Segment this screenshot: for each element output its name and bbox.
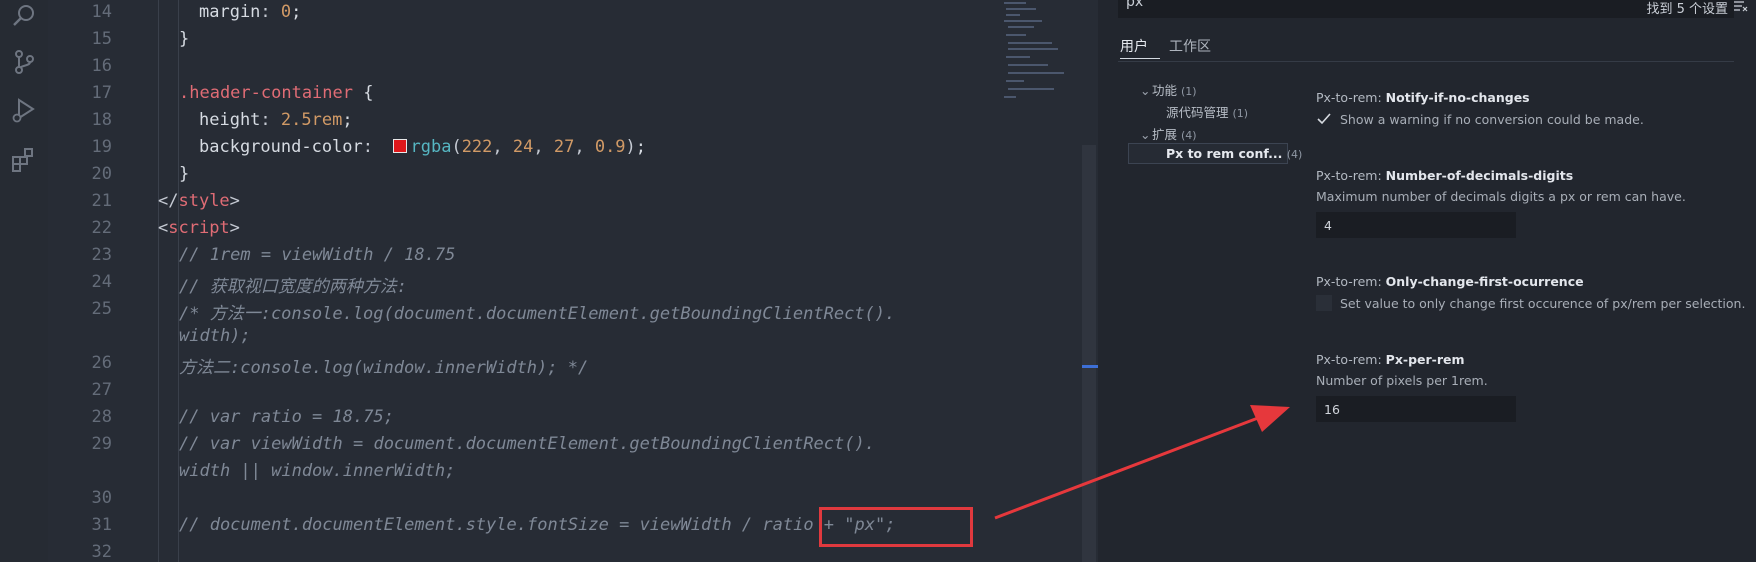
- search-result-count: 找到 5 个设置: [1646, 2, 1728, 17]
- search-icon[interactable]: [10, 2, 38, 30]
- line-number: 25: [91, 299, 112, 319]
- chevron-down-icon: ⌄: [1140, 83, 1151, 98]
- line-number: 22: [91, 218, 112, 238]
- color-swatch[interactable]: [393, 139, 408, 153]
- chevron-down-icon: ⌄: [1140, 127, 1151, 142]
- code-line-24: // 获取视口宽度的两种方法:: [179, 277, 407, 297]
- code-line-31: // document.documentElement.style.fontSi…: [179, 515, 896, 535]
- line-number: 27: [91, 380, 112, 400]
- code-line-17: .header-container {: [179, 83, 374, 103]
- activity-bar: [0, 0, 48, 562]
- line-number-gutter: 14 15 16 17 18 19 20 21 22 23 24 25 26 2…: [48, 0, 144, 562]
- px-per-rem-input[interactable]: 16: [1316, 396, 1516, 422]
- code-line-26: 方法二:console.log(window.innerWidth); */: [179, 358, 589, 378]
- highlight-box: [819, 507, 973, 547]
- setting-description: Maximum number of decimals digits a px o…: [1316, 189, 1686, 204]
- setting-px-per-rem: Px-to-rem: Px-per-rem Number of pixels p…: [1316, 352, 1516, 422]
- minimap[interactable]: [1000, 0, 1080, 120]
- setting-only-change-first-ocurrence: Px-to-rem: Only-change-first-ocurrence S…: [1316, 274, 1746, 311]
- code-line-21: </style>: [158, 191, 240, 211]
- line-number: 19: [91, 137, 112, 157]
- code-line-18: height: 2.5rem;: [199, 110, 353, 130]
- source-control-icon[interactable]: [10, 48, 38, 76]
- vscode-window: 14 15 16 17 18 19 20 21 22 23 24 25 26 2…: [0, 0, 1756, 562]
- line-number: 21: [91, 191, 112, 211]
- line-number: 14: [91, 2, 112, 22]
- code-line-15: }: [179, 29, 190, 49]
- line-number: 23: [91, 245, 112, 265]
- code-line-23: // 1rem = viewWidth / 18.75: [179, 245, 456, 265]
- code-editor[interactable]: margin: 0; } .header-container { height:…: [144, 0, 1094, 562]
- settings-search-input[interactable]: px: [1118, 0, 1734, 18]
- extensions-icon[interactable]: [10, 146, 38, 174]
- line-number: 29: [91, 434, 112, 454]
- tabs-divider: [1118, 61, 1734, 62]
- line-number: 18: [91, 110, 112, 130]
- line-number: 15: [91, 29, 112, 49]
- toc-item-extensions[interactable]: ⌄ 扩展 (4): [1140, 124, 1197, 143]
- setting-notify-if-no-changes: Px-to-rem: Notify-if-no-changes Show a w…: [1316, 90, 1644, 127]
- code-line-28: // var ratio = 18.75;: [179, 407, 394, 427]
- tab-user[interactable]: 用户: [1120, 36, 1148, 56]
- setting-description: Number of pixels per 1rem.: [1316, 373, 1488, 388]
- code-line-29-wrap: width || window.innerWidth;: [179, 461, 456, 481]
- toc-item-scm[interactable]: 源代码管理 (1): [1166, 102, 1248, 121]
- run-debug-icon[interactable]: [10, 96, 38, 124]
- code-line-29: // var viewWidth = document.documentElem…: [179, 434, 875, 454]
- line-number: 17: [91, 83, 112, 103]
- line-number: 31: [91, 515, 112, 535]
- checkbox-checked[interactable]: [1316, 111, 1332, 127]
- line-number: 24: [91, 272, 112, 292]
- code-line-25: /* 方法一:console.log(document.documentElem…: [179, 304, 896, 324]
- tab-workspace[interactable]: 工作区: [1169, 36, 1211, 56]
- editor-scrollbar[interactable]: [1082, 145, 1096, 562]
- line-number: 16: [91, 56, 112, 76]
- scrollbar-marker: [1082, 365, 1098, 368]
- active-tab-indicator: [1120, 58, 1160, 59]
- code-line-22: <script>: [158, 218, 240, 238]
- settings-panel: px 找到 5 个设置 用户 工作区 ⌄ 功能 (1) 源代码管理 (1) ⌄ 扩展…: [1098, 0, 1756, 562]
- code-line-20: }: [179, 164, 190, 184]
- setting-number-of-decimals-digits: Px-to-rem: Number-of-decimals-digits Max…: [1316, 168, 1686, 238]
- setting-description: Set value to only change first occurence…: [1340, 296, 1746, 311]
- line-number: 32: [91, 542, 112, 562]
- line-number: 20: [91, 164, 112, 184]
- code-line-25-wrap: width);: [179, 326, 251, 346]
- code-line-19: background-color: rgba(222, 24, 27, 0.9)…: [199, 137, 647, 157]
- decimals-digits-input[interactable]: 4: [1316, 212, 1516, 238]
- clear-filter-icon[interactable]: [1732, 0, 1748, 14]
- code-line-14: margin: 0;: [199, 2, 302, 22]
- toc-item-features[interactable]: ⌄ 功能 (1): [1140, 80, 1197, 99]
- checkbox-unchecked[interactable]: [1316, 295, 1332, 311]
- line-number: 30: [91, 488, 112, 508]
- line-number: 26: [91, 353, 112, 373]
- toc-item-px-to-rem[interactable]: Px to rem conf... (4): [1166, 146, 1302, 161]
- indent-guide: [158, 0, 159, 562]
- line-number: 28: [91, 407, 112, 427]
- setting-description: Show a warning if no conversion could be…: [1340, 112, 1644, 127]
